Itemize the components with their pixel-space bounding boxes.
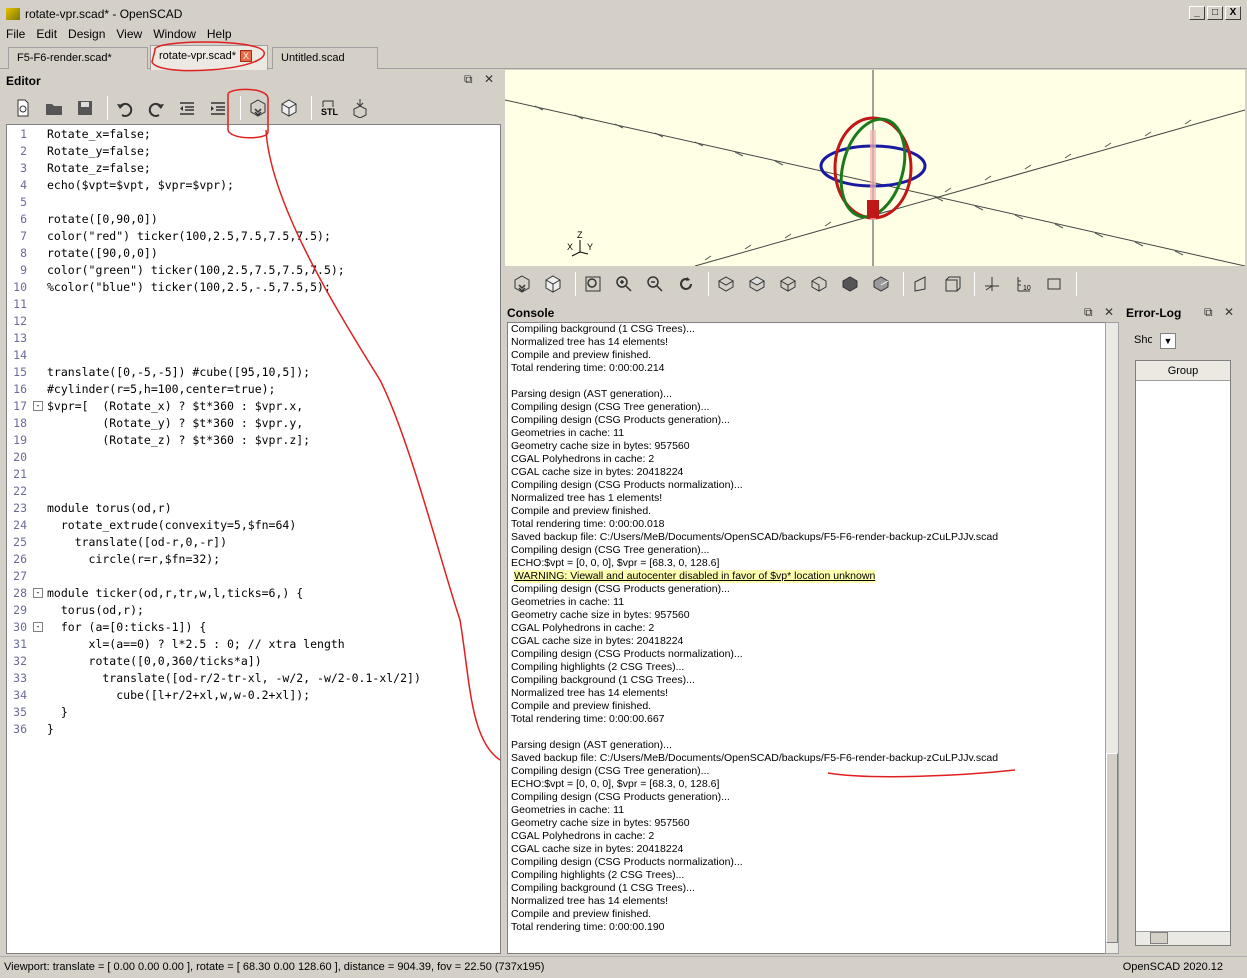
annotation-underline xyxy=(827,769,1016,778)
annotation-circle-tab xyxy=(151,41,265,72)
annotation-arrow-line xyxy=(265,129,501,761)
status-bar: Viewport: translate = [ 0.00 0.00 0.00 ]… xyxy=(0,956,1247,977)
version-label: OpenSCAD 2020.12 xyxy=(1122,961,1223,973)
viewport-status: Viewport: translate = [ 0.00 0.00 0.00 ]… xyxy=(4,961,545,973)
annotation-overlay xyxy=(151,41,1016,778)
app-window: rotate-vpr.scad* - OpenSCAD _ □ X File E… xyxy=(0,0,1247,977)
annotation-circle-preview xyxy=(227,88,269,139)
